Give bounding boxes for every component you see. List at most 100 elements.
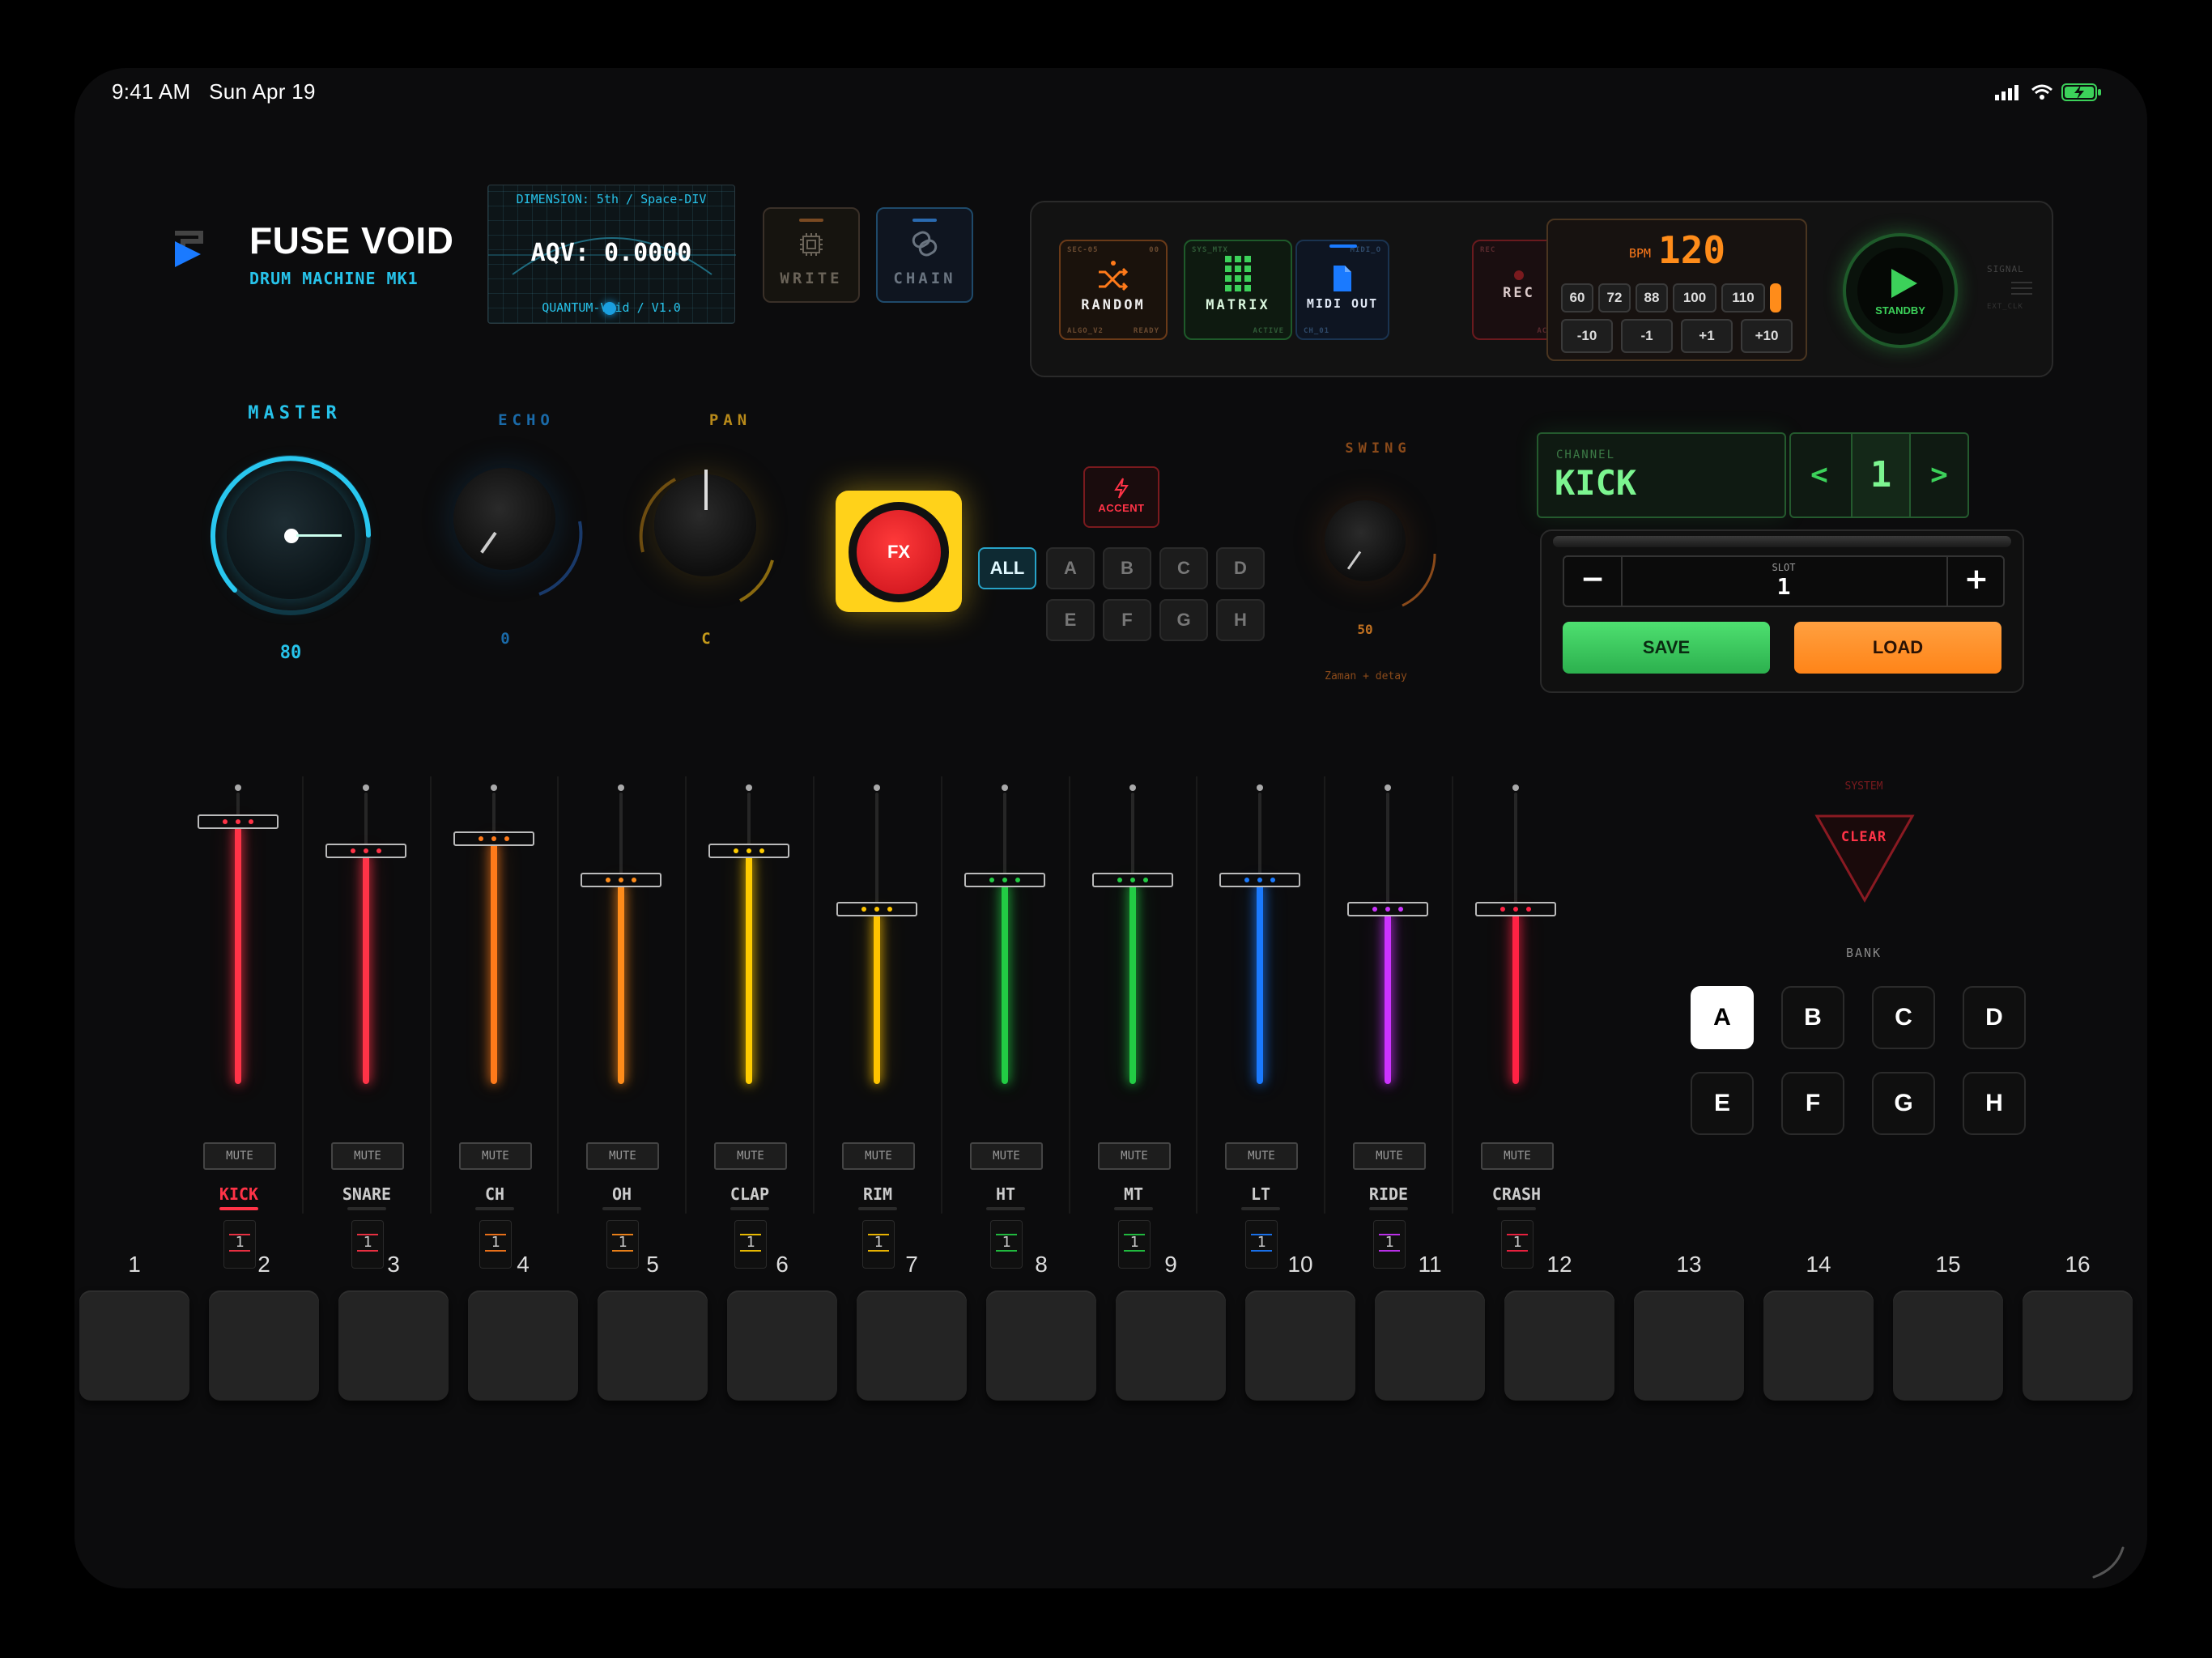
swing-knob[interactable]	[1325, 500, 1406, 581]
pattern-e-button[interactable]: E	[1046, 599, 1095, 641]
bpm-preset-110[interactable]: 110	[1721, 283, 1765, 312]
write-button[interactable]: WRITE	[763, 207, 860, 303]
channel-name-label[interactable]: RIDE	[1325, 1184, 1453, 1204]
mute-button[interactable]: MUTE	[842, 1142, 915, 1170]
step-pad[interactable]	[79, 1290, 189, 1401]
midi-out-button[interactable]: MIDI_O MIDI OUT CH_01	[1295, 240, 1389, 340]
bank-g-button[interactable]: G	[1872, 1072, 1935, 1135]
fx-button[interactable]: FX	[836, 491, 962, 612]
channel-name-label[interactable]: CRASH	[1453, 1184, 1580, 1204]
standby-button[interactable]: STANDBY	[1843, 233, 1958, 348]
pattern-f-button[interactable]: F	[1103, 599, 1151, 641]
mute-button[interactable]: MUTE	[203, 1142, 276, 1170]
pattern-all-button[interactable]: ALL	[978, 547, 1036, 589]
step-pad[interactable]	[1245, 1290, 1355, 1401]
accent-button[interactable]: ACCENT	[1083, 466, 1159, 528]
fader-handle[interactable]	[708, 843, 789, 858]
load-button[interactable]: LOAD	[1794, 622, 2001, 674]
fader-handle[interactable]	[325, 843, 406, 858]
bpm-preset-60[interactable]: 60	[1561, 283, 1593, 312]
slot-plus-button[interactable]: +	[1946, 557, 2005, 606]
bank-h-button[interactable]: H	[1963, 1072, 2026, 1135]
pattern-d-button[interactable]: D	[1216, 547, 1265, 589]
fader-handle[interactable]	[1092, 872, 1173, 887]
channel-next-button[interactable]: >	[1911, 434, 1967, 517]
fader-handle[interactable]	[1475, 901, 1556, 916]
bpm-minus-10[interactable]: -10	[1561, 319, 1613, 353]
channel-name-label[interactable]: LT	[1197, 1184, 1325, 1204]
step-pad[interactable]	[1116, 1290, 1226, 1401]
channel-name-label[interactable]: KICK	[175, 1184, 303, 1204]
mute-button[interactable]: MUTE	[1481, 1142, 1554, 1170]
fader-handle[interactable]	[453, 831, 534, 847]
pattern-g-button[interactable]: G	[1159, 599, 1208, 641]
fader-handle[interactable]	[1347, 901, 1428, 916]
bpm-preset-72[interactable]: 72	[1598, 283, 1631, 312]
bank-b-button[interactable]: B	[1781, 986, 1844, 1049]
fader-handle[interactable]	[1219, 872, 1300, 887]
slot-minus-button[interactable]: −	[1564, 557, 1623, 606]
pattern-a-button[interactable]: A	[1046, 547, 1095, 589]
master-knob[interactable]	[227, 471, 355, 599]
bank-d-button[interactable]: D	[1963, 986, 2026, 1049]
mute-button[interactable]: MUTE	[1225, 1142, 1298, 1170]
channel-name-label[interactable]: MT	[1070, 1184, 1197, 1204]
step-pad[interactable]	[727, 1290, 837, 1401]
bank-c-button[interactable]: C	[1872, 986, 1935, 1049]
mute-button[interactable]: MUTE	[459, 1142, 532, 1170]
bank-f-button[interactable]: F	[1781, 1072, 1844, 1135]
mute-button[interactable]: MUTE	[970, 1142, 1043, 1170]
bank-e-button[interactable]: E	[1691, 1072, 1754, 1135]
step-pad[interactable]	[338, 1290, 449, 1401]
pattern-h-button[interactable]: H	[1216, 599, 1265, 641]
step-pad[interactable]	[209, 1290, 319, 1401]
chain-button[interactable]: CHAIN	[876, 207, 973, 303]
step-pad[interactable]	[857, 1290, 967, 1401]
bpm-preset-100[interactable]: 100	[1673, 283, 1716, 312]
matrix-button[interactable]: SYS_MTX MATRIX ACTIVE	[1184, 240, 1292, 340]
mute-button[interactable]: MUTE	[1098, 1142, 1171, 1170]
step-pad[interactable]	[2023, 1290, 2133, 1401]
bpm-panel: BPM 120 60 72 88 100 110 -10 -1 +1 +10	[1546, 219, 1807, 361]
step-pad[interactable]	[1504, 1290, 1614, 1401]
channel-name-label[interactable]: OH	[558, 1184, 686, 1204]
step-pad[interactable]	[1634, 1290, 1744, 1401]
aqv-indicator[interactable]	[603, 302, 616, 315]
mute-button[interactable]: MUTE	[331, 1142, 404, 1170]
echo-knob[interactable]	[453, 468, 555, 570]
mute-button[interactable]: MUTE	[714, 1142, 787, 1170]
channel-name-label[interactable]: CH	[431, 1184, 559, 1204]
pattern-c-button[interactable]: C	[1159, 547, 1208, 589]
pattern-b-button[interactable]: B	[1103, 547, 1151, 589]
bpm-minus-1[interactable]: -1	[1621, 319, 1673, 353]
step-pad[interactable]	[468, 1290, 578, 1401]
fader-handle[interactable]	[198, 814, 279, 829]
echo-label: ECHO	[498, 411, 555, 429]
fader-handle[interactable]	[836, 901, 917, 916]
random-button[interactable]: SEC-05 00 RANDOM ALGO_V2 READY	[1059, 240, 1168, 340]
mute-button[interactable]: MUTE	[1353, 1142, 1426, 1170]
bank-a-button[interactable]: A	[1691, 986, 1754, 1049]
step-pad[interactable]	[986, 1290, 1096, 1401]
step-pad[interactable]	[1763, 1290, 1874, 1401]
bpm-preset-88[interactable]: 88	[1636, 283, 1668, 312]
bpm-preset-more[interactable]	[1770, 283, 1781, 312]
fader-handle[interactable]	[581, 872, 661, 887]
save-button[interactable]: SAVE	[1563, 622, 1770, 674]
clear-button[interactable]	[1812, 811, 1917, 905]
echo-value: 0	[500, 630, 510, 648]
resize-handle-icon[interactable]	[2091, 1543, 2128, 1580]
pan-knob[interactable]	[654, 470, 756, 576]
fader-handle[interactable]	[964, 872, 1045, 887]
mute-button[interactable]: MUTE	[586, 1142, 659, 1170]
step-pad[interactable]	[598, 1290, 708, 1401]
channel-name-label[interactable]: SNARE	[303, 1184, 431, 1204]
bpm-plus-1[interactable]: +1	[1681, 319, 1733, 353]
bpm-plus-10[interactable]: +10	[1741, 319, 1793, 353]
channel-prev-button[interactable]: <	[1791, 434, 1848, 517]
channel-name-label[interactable]: RIM	[814, 1184, 942, 1204]
step-pad[interactable]	[1375, 1290, 1485, 1401]
channel-name-label[interactable]: HT	[942, 1184, 1070, 1204]
step-pad[interactable]	[1893, 1290, 2003, 1401]
channel-name-label[interactable]: CLAP	[686, 1184, 814, 1204]
